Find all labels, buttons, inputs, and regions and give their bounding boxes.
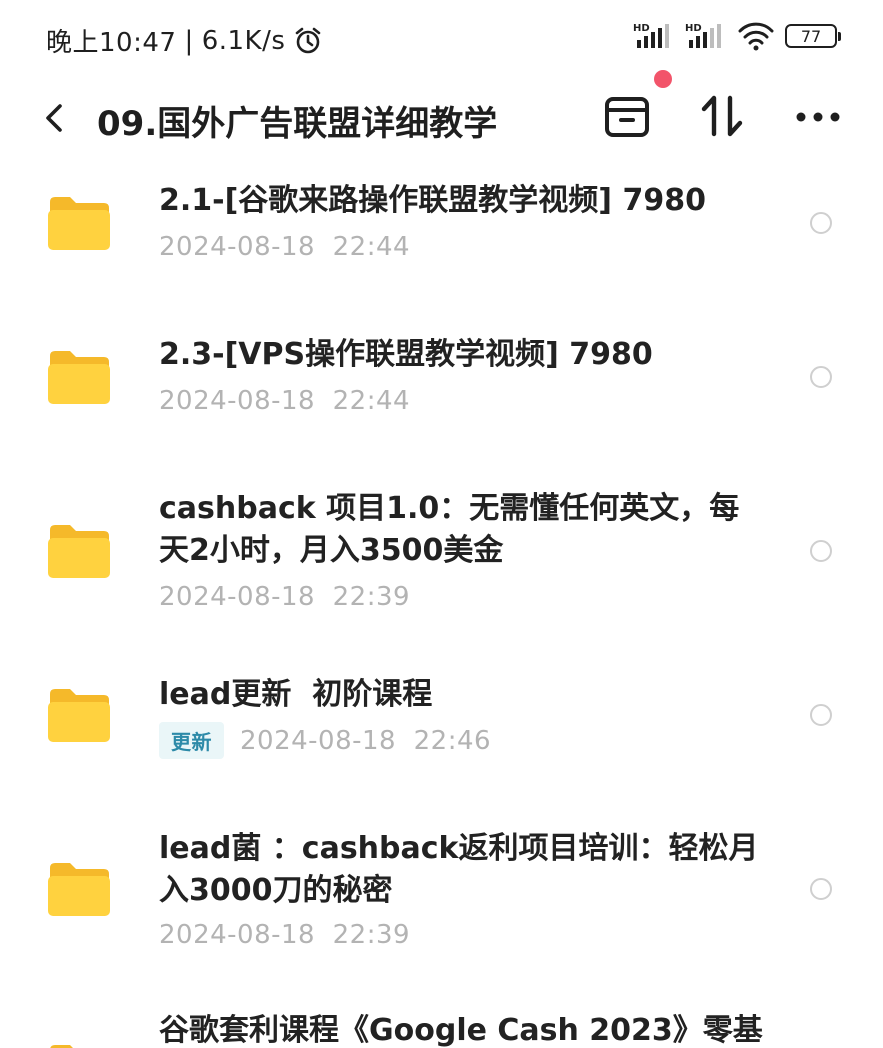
svg-text:HD: HD	[633, 23, 650, 34]
status-bar: 晚上10:47 | 6.1K/s HD HD 77	[0, 0, 883, 80]
file-meta: 更新 2024-08-18 22:46	[159, 722, 491, 759]
file-item[interactable]: 2.1-[谷歌来路操作联盟教学视频] 7980 2024-08-18 22:44	[0, 160, 883, 310]
file-meta: 2024-08-18 22:44	[159, 386, 410, 416]
status-left: 晚上10:47 | 6.1K/s	[46, 22, 323, 59]
file-meta: 2024-08-18 22:39	[159, 920, 410, 950]
select-checkbox[interactable]	[810, 878, 832, 900]
folder-icon	[48, 689, 110, 742]
folder-icon	[48, 351, 110, 404]
file-date: 2024-08-18 22:44	[159, 232, 411, 262]
file-item[interactable]: lead更新 初阶课程 更新 2024-08-18 22:46	[0, 666, 883, 798]
back-icon[interactable]	[40, 100, 70, 136]
file-meta: 2024-08-18 22:39	[159, 582, 410, 612]
select-checkbox[interactable]	[810, 540, 832, 562]
file-date: 2024-08-18 22:44	[159, 386, 411, 416]
notification-dot	[654, 70, 672, 88]
status-right: HD HD 77	[633, 20, 841, 52]
folder-icon	[48, 863, 110, 916]
sort-icon[interactable]	[700, 94, 744, 138]
signal-hd-icon: HD	[685, 23, 721, 48]
svg-text:HD: HD	[685, 23, 702, 34]
file-date: 2024-08-18 22:46	[240, 725, 492, 756]
archive-icon[interactable]	[604, 96, 650, 138]
file-name: 谷歌套利课程《Google Cash 2023》零基	[159, 1013, 763, 1048]
file-date: 2024-08-18 22:39	[159, 582, 411, 612]
more-icon[interactable]	[795, 110, 841, 124]
file-meta: 2024-08-18 22:44	[159, 232, 410, 262]
file-date: 2024-08-18 22:39	[159, 920, 411, 950]
file-item[interactable]: 谷歌套利课程《Google Cash 2023》零基	[0, 1008, 883, 1048]
folder-icon	[48, 525, 110, 578]
wifi-icon	[738, 22, 774, 51]
alarm-icon	[296, 27, 321, 53]
file-item[interactable]: cashback 项目1.0：无需懂任何英文，每天2小时，月入3500美金 20…	[0, 468, 883, 644]
file-name: 2.3-[VPS操作联盟教学视频] 7980	[159, 337, 653, 372]
file-item[interactable]: 2.3-[VPS操作联盟教学视频] 7980 2024-08-18 22:44	[0, 314, 883, 464]
page-title: 09.国外广告联盟详细教学	[97, 104, 498, 144]
network-speed: 6.1K/s	[201, 25, 286, 56]
status-separator: |	[184, 25, 194, 56]
update-badge: 更新	[159, 722, 224, 759]
file-name: 2.1-[谷歌来路操作联盟教学视频] 7980	[159, 183, 706, 218]
folder-icon	[50, 1045, 73, 1048]
file-item[interactable]: lead菌 ：cashback返利项目培训：轻松月入3000刀的秘密 2024-…	[0, 820, 883, 996]
file-name: lead菌 ：cashback返利项目培训：轻松月入3000刀的秘密	[159, 831, 759, 908]
signal-hd-icon: HD	[633, 23, 669, 48]
title-bar: 09.国外广告联盟详细教学	[0, 70, 883, 152]
select-checkbox[interactable]	[810, 704, 832, 726]
select-checkbox[interactable]	[810, 366, 832, 388]
status-time: 晚上10:47	[46, 28, 177, 58]
file-name: lead更新 初阶课程	[159, 677, 433, 712]
battery-icon: 77	[785, 24, 841, 48]
file-name: cashback 项目1.0：无需懂任何英文，每天2小时，月入3500美金	[159, 491, 740, 568]
select-checkbox[interactable]	[810, 212, 832, 234]
battery-level: 77	[800, 26, 822, 46]
folder-icon	[48, 197, 110, 250]
